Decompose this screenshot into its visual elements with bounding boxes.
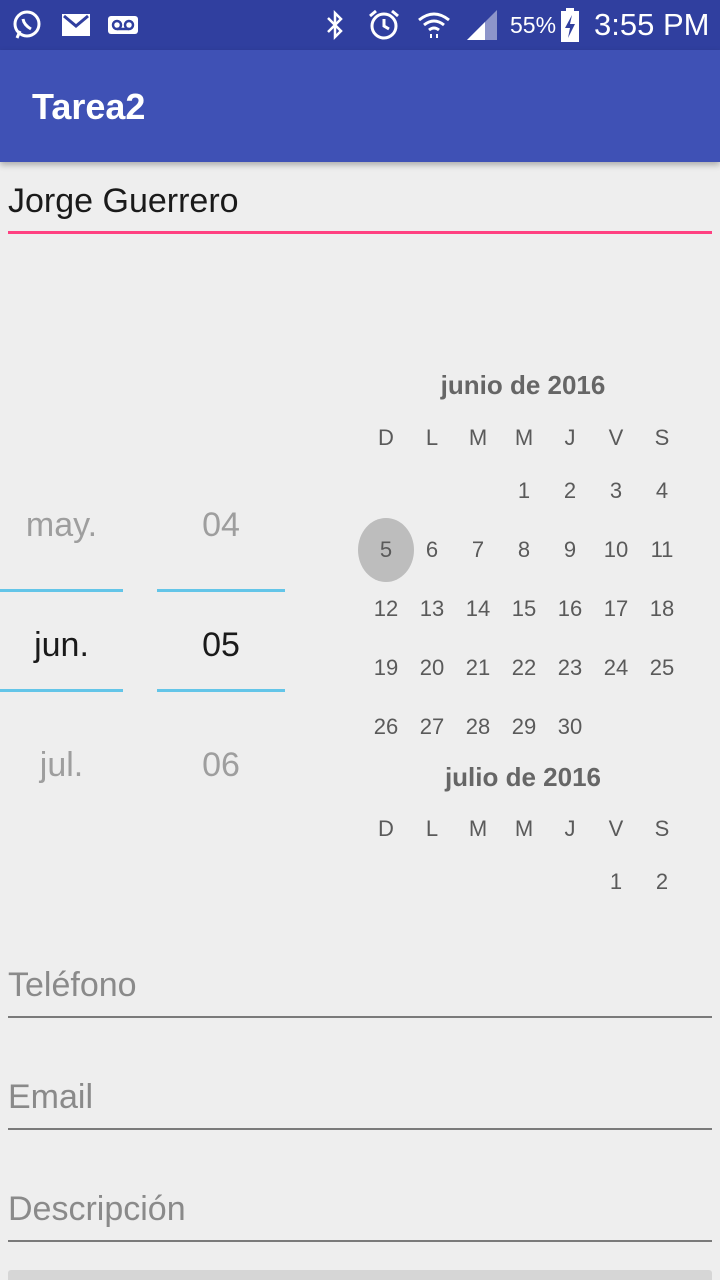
day-prev[interactable]: 04 xyxy=(157,490,285,560)
email-placeholder: Email xyxy=(8,1078,94,1116)
weekday-header: V xyxy=(608,816,624,841)
day-spinner[interactable]: 04 05 06 xyxy=(157,490,285,800)
status-bar: 55% 3:55 PM xyxy=(0,0,720,50)
weekday-header-row: D L M M J V S xyxy=(362,809,684,849)
wifi-icon xyxy=(416,8,452,42)
alarm-icon xyxy=(366,8,402,42)
whatsapp-icon xyxy=(10,8,44,42)
calendar-day[interactable]: 7 xyxy=(455,530,501,570)
calendar-day[interactable]: 2 xyxy=(639,862,685,902)
submit-button[interactable] xyxy=(8,1270,712,1280)
calendar-day[interactable]: 30 xyxy=(547,707,593,747)
calendar-day[interactable]: 10 xyxy=(593,530,639,570)
calendar-day[interactable]: 8 xyxy=(501,530,547,570)
weekday-header: J xyxy=(564,816,576,841)
battery-charging-icon xyxy=(558,8,582,42)
calendar-day[interactable]: 20 xyxy=(409,648,455,688)
calendar-week-row: 12 13 14 15 16 17 18 xyxy=(362,589,684,629)
calendar-day[interactable]: 22 xyxy=(501,648,547,688)
description-field[interactable]: Descripción xyxy=(8,1182,712,1242)
app-bar: Tarea2 xyxy=(0,50,720,162)
calendar-day[interactable]: 11 xyxy=(639,530,685,570)
voicemail-icon xyxy=(106,8,140,42)
app-title: Tarea2 xyxy=(32,86,146,127)
weekday-header: J xyxy=(564,425,576,450)
name-field[interactable]: Jorge Guerrero xyxy=(8,174,712,234)
calendar-day[interactable]: 23 xyxy=(547,648,593,688)
calendar-day[interactable]: 4 xyxy=(639,471,685,511)
calendar-day[interactable]: 6 xyxy=(409,530,455,570)
weekday-header-row: D L M M J V S xyxy=(362,418,684,458)
day-current[interactable]: 05 xyxy=(157,610,285,680)
calendar-day[interactable]: 3 xyxy=(593,471,639,511)
weekday-header: D xyxy=(378,425,394,450)
calendar-day[interactable]: 2 xyxy=(547,471,593,511)
weekday-header: M xyxy=(468,816,488,841)
calendar-day[interactable]: 19 xyxy=(363,648,409,688)
calendar-day[interactable]: 17 xyxy=(593,589,639,629)
calendar-day[interactable]: 25 xyxy=(639,648,685,688)
month-next[interactable]: jul. xyxy=(0,730,123,800)
spinner-divider xyxy=(157,689,285,692)
calendar-day-selected[interactable]: 5 xyxy=(363,530,409,570)
description-placeholder: Descripción xyxy=(8,1190,186,1228)
email-field[interactable]: Email xyxy=(8,1070,712,1130)
weekday-header: V xyxy=(608,425,624,450)
weekday-header: S xyxy=(654,425,670,450)
weekday-header: L xyxy=(425,816,439,841)
calendar-week-row: 1 2 xyxy=(362,862,684,902)
battery-percent: 55% xyxy=(510,12,557,38)
weekday-header: M xyxy=(514,816,534,841)
weekday-header: M xyxy=(468,425,488,450)
calendar-day[interactable]: 1 xyxy=(501,471,547,511)
spinner-divider xyxy=(0,589,123,592)
clock-time: 3:55 PM xyxy=(594,7,710,42)
month-prev[interactable]: may. xyxy=(0,490,123,560)
calendar-day[interactable]: 13 xyxy=(409,589,455,629)
calendar-day[interactable]: 18 xyxy=(639,589,685,629)
calendar-day[interactable]: 28 xyxy=(455,707,501,747)
calendar-day[interactable]: 14 xyxy=(455,589,501,629)
calendar-month-title: junio de 2016 xyxy=(440,370,606,400)
calendar-day[interactable]: 9 xyxy=(547,530,593,570)
calendar-day[interactable]: 21 xyxy=(455,648,501,688)
gmail-icon xyxy=(60,8,92,42)
phone-field[interactable]: Teléfono xyxy=(8,958,712,1018)
calendar-day[interactable]: 24 xyxy=(593,648,639,688)
month-spinner[interactable]: may. jun. jul. xyxy=(0,490,123,800)
calendar-day[interactable]: 1 xyxy=(593,862,639,902)
calendar-day[interactable]: 29 xyxy=(501,707,547,747)
calendar-day[interactable]: 26 xyxy=(363,707,409,747)
month-current[interactable]: jun. xyxy=(0,610,123,680)
calendar-week-row: 19 20 21 22 23 24 25 xyxy=(362,648,684,688)
weekday-header: L xyxy=(425,425,439,450)
weekday-header: S xyxy=(654,816,670,841)
calendar-week-row: 5 6 7 8 9 10 11 xyxy=(362,530,684,570)
calendar-week-row: 1 2 3 4 xyxy=(362,471,684,511)
signal-icon xyxy=(464,8,500,42)
spinner-divider xyxy=(157,589,285,592)
weekday-header: M xyxy=(514,425,534,450)
day-next[interactable]: 06 xyxy=(157,730,285,800)
name-value: Jorge Guerrero xyxy=(8,182,239,220)
calendar-day[interactable]: 15 xyxy=(501,589,547,629)
calendar-day[interactable]: 16 xyxy=(547,589,593,629)
calendar-week-row: 26 27 28 29 30 xyxy=(362,707,684,747)
spinner-divider xyxy=(0,689,123,692)
calendar-day[interactable]: 12 xyxy=(363,589,409,629)
weekday-header: D xyxy=(378,816,394,841)
calendar-day[interactable]: 27 xyxy=(409,707,455,747)
bluetooth-icon xyxy=(322,8,348,42)
calendar-month-title: julio de 2016 xyxy=(444,762,602,792)
phone-placeholder: Teléfono xyxy=(8,966,137,1004)
